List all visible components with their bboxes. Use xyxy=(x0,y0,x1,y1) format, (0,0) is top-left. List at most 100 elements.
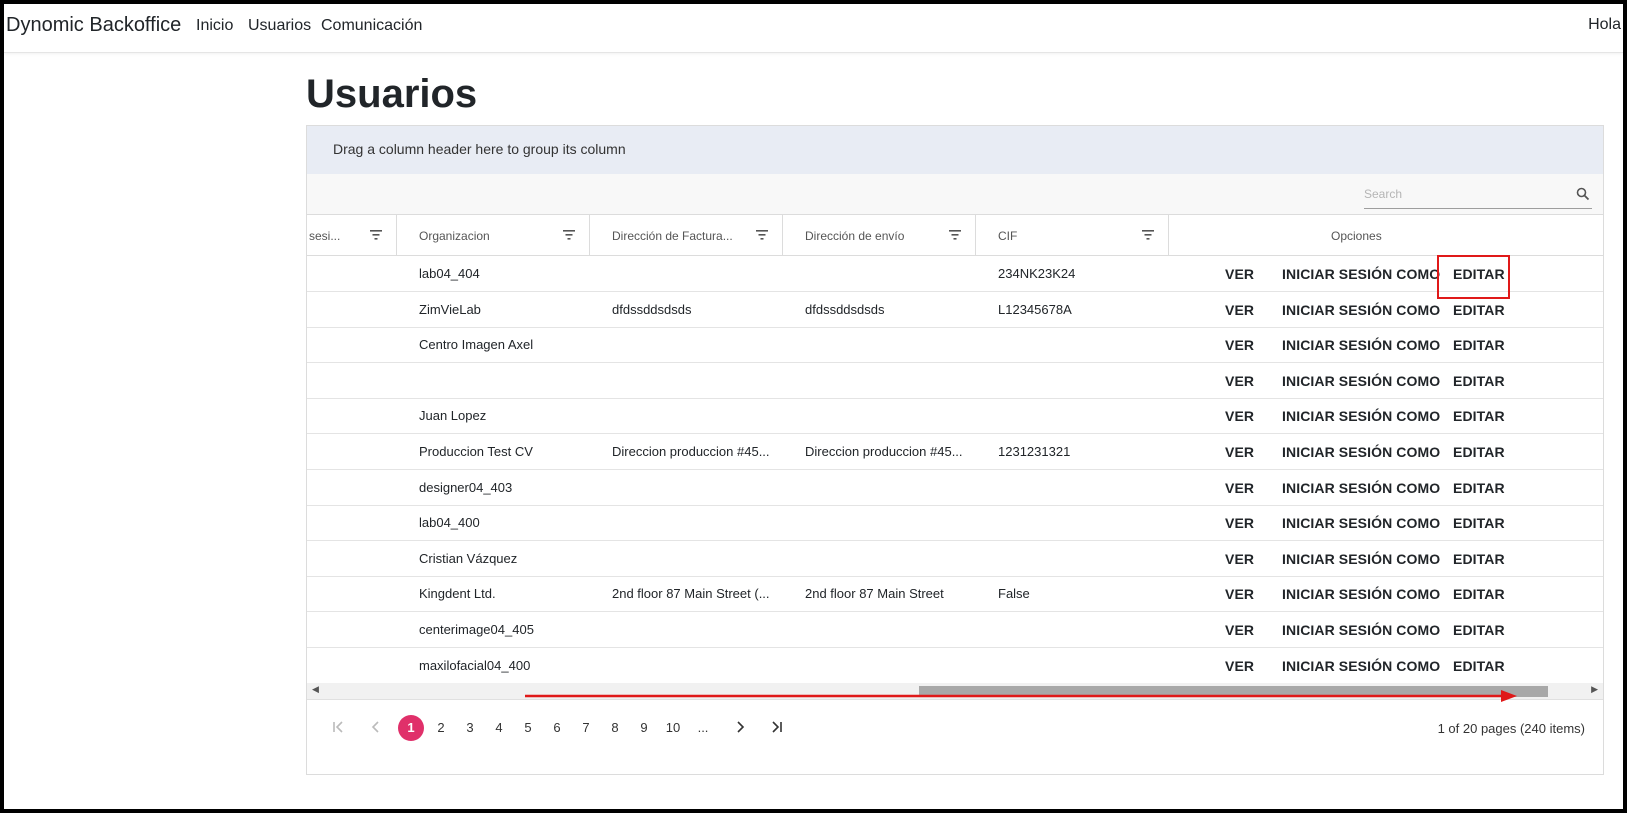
first-page-icon[interactable] xyxy=(331,720,345,734)
editar-button[interactable]: EDITAR xyxy=(1453,586,1505,602)
editar-button[interactable]: EDITAR xyxy=(1453,266,1505,282)
editar-button[interactable]: EDITAR xyxy=(1453,408,1505,424)
cell-cif: L12345678A xyxy=(998,301,1072,317)
cell-organizacion: Juan Lopez xyxy=(419,408,487,424)
cell-organizacion: lab04_400 xyxy=(419,515,480,531)
next-page-icon[interactable] xyxy=(733,720,747,734)
cell-organizacion: Kingdent Ltd. xyxy=(419,586,496,602)
table-row: Centro Imagen Axel VER INICIAR SESIÓN COMO… xyxy=(307,327,1603,364)
table-row: Juan Lopez VER INICIAR SESIÓN COMO EDITAR xyxy=(307,398,1603,435)
column-header-direccion-factura[interactable]: Dirección de Factura... xyxy=(590,215,783,255)
column-header-opciones: Opciones xyxy=(1169,215,1603,255)
ver-button[interactable]: VER xyxy=(1225,408,1254,424)
scrollbar-thumb[interactable] xyxy=(919,686,1548,697)
column-header-label: CIF xyxy=(998,229,1018,243)
page-title: Usuarios xyxy=(306,72,478,116)
iniciar-sesion-button[interactable]: INICIAR SESIÓN COMO xyxy=(1282,444,1440,460)
page-ellipsis[interactable]: ... xyxy=(690,715,716,741)
prev-page-icon[interactable] xyxy=(369,720,383,734)
ver-button[interactable]: VER xyxy=(1225,658,1254,674)
table-row: designer04_403 VER INICIAR SESIÓN COMO EDIT… xyxy=(307,470,1603,506)
horizontal-scrollbar[interactable]: ◀ ▶ xyxy=(307,683,1603,700)
ver-button[interactable]: VER xyxy=(1225,444,1254,460)
user-greeting[interactable]: Hola xyxy=(1588,16,1621,34)
scroll-left-icon[interactable]: ◀ xyxy=(312,684,319,695)
column-header-label: Organizacion xyxy=(419,229,490,243)
nav-link-inicio[interactable]: Inicio xyxy=(196,17,233,35)
last-page-icon[interactable] xyxy=(770,720,784,734)
iniciar-sesion-button[interactable]: INICIAR SESIÓN COMO xyxy=(1282,337,1440,353)
ver-button[interactable]: VER xyxy=(1225,586,1254,602)
cell-organizacion: Produccion Test CV xyxy=(419,444,533,459)
cell-cif: 1231231321 xyxy=(998,444,1071,459)
page-number-2[interactable]: 2 xyxy=(428,715,454,741)
iniciar-sesion-button[interactable]: INICIAR SESIÓN COMO xyxy=(1282,302,1440,318)
table-row: Produccion Test CV Direccion produccion #… xyxy=(307,434,1603,470)
column-header-sesion[interactable]: sesi... xyxy=(307,215,397,255)
iniciar-sesion-button[interactable]: INICIAR SESIÓN COMO xyxy=(1282,515,1440,531)
grid-toolbar xyxy=(307,174,1603,215)
column-header-organizacion[interactable]: Organizacion xyxy=(397,215,590,255)
filter-icon[interactable] xyxy=(756,230,768,240)
filter-icon[interactable] xyxy=(949,230,961,240)
iniciar-sesion-button[interactable]: INICIAR SESIÓN COMO xyxy=(1282,658,1440,674)
editar-button[interactable]: EDITAR xyxy=(1453,373,1505,389)
page-number-8[interactable]: 8 xyxy=(602,715,628,741)
editar-button[interactable]: EDITAR xyxy=(1453,480,1505,496)
editar-button[interactable]: EDITAR xyxy=(1453,302,1505,318)
browser-viewport: Dynomic Backoffice Inicio Usuarios Comun… xyxy=(4,4,1623,809)
ver-button[interactable]: VER xyxy=(1225,373,1254,389)
iniciar-sesion-button[interactable]: INICIAR SESIÓN COMO xyxy=(1282,266,1440,282)
page-number-6[interactable]: 6 xyxy=(544,715,570,741)
cell-organizacion: centerimage04_405 xyxy=(419,622,534,637)
ver-button[interactable]: VER xyxy=(1225,266,1254,282)
page-number-5[interactable]: 5 xyxy=(515,715,541,741)
page-number-7[interactable]: 7 xyxy=(573,715,599,741)
group-panel[interactable]: Drag a column header here to group its c… xyxy=(307,126,1603,175)
navbar: Dynomic Backoffice Inicio Usuarios Comun… xyxy=(4,4,1623,53)
iniciar-sesion-button[interactable]: INICIAR SESIÓN COMO xyxy=(1282,551,1440,567)
editar-button[interactable]: EDITAR xyxy=(1453,515,1505,531)
column-header-direccion-envio[interactable]: Dirección de envío xyxy=(783,215,976,255)
brand-link[interactable]: Dynomic Backoffice xyxy=(6,14,181,37)
table-row: centerimage04_405 VER INICIAR SESIÓN COMO E… xyxy=(307,612,1603,648)
cell-organizacion: maxilofacial04_400 xyxy=(419,657,531,673)
ver-button[interactable]: VER xyxy=(1225,551,1254,567)
editar-button[interactable]: EDITAR xyxy=(1453,622,1505,638)
page-number-4[interactable]: 4 xyxy=(486,715,512,741)
nav-link-comunicacion[interactable]: Comunicación xyxy=(321,17,422,35)
iniciar-sesion-button[interactable]: INICIAR SESIÓN COMO xyxy=(1282,622,1440,638)
pager-info: 1 of 20 pages (240 items) xyxy=(1437,721,1585,736)
page-number-1[interactable]: 1 xyxy=(398,715,424,741)
editar-button[interactable]: EDITAR xyxy=(1453,337,1505,353)
editar-button[interactable]: EDITAR xyxy=(1453,551,1505,567)
nav-link-usuarios[interactable]: Usuarios xyxy=(248,17,311,35)
cell-cif: False xyxy=(998,586,1030,602)
ver-button[interactable]: VER xyxy=(1225,515,1254,531)
filter-icon[interactable] xyxy=(370,230,382,240)
ver-button[interactable]: VER xyxy=(1225,622,1254,638)
ver-button[interactable]: VER xyxy=(1225,302,1254,318)
page-number-9[interactable]: 9 xyxy=(631,715,657,741)
grid-header-row: sesi... Organizacion Dirección de Factur… xyxy=(307,215,1603,256)
cell-direccion-factura: 2nd floor 87 Main Street (... xyxy=(612,586,770,602)
iniciar-sesion-button[interactable]: INICIAR SESIÓN COMO xyxy=(1282,586,1440,602)
search-icon[interactable] xyxy=(1576,187,1590,201)
ver-button[interactable]: VER xyxy=(1225,337,1254,353)
iniciar-sesion-button[interactable]: INICIAR SESIÓN COMO xyxy=(1282,480,1440,496)
filter-icon[interactable] xyxy=(563,230,575,240)
scroll-right-icon[interactable]: ▶ xyxy=(1591,684,1598,695)
iniciar-sesion-button[interactable]: INICIAR SESIÓN COMO xyxy=(1282,373,1440,389)
page-number-10[interactable]: 10 xyxy=(660,715,686,741)
column-header-cif[interactable]: CIF xyxy=(976,215,1169,255)
page-number-3[interactable]: 3 xyxy=(457,715,483,741)
filter-icon[interactable] xyxy=(1142,230,1154,240)
cell-organizacion: lab04_404 xyxy=(419,266,480,281)
ver-button[interactable]: VER xyxy=(1225,480,1254,496)
iniciar-sesion-button[interactable]: INICIAR SESIÓN COMO xyxy=(1282,408,1440,424)
cell-direccion-envio: 2nd floor 87 Main Street xyxy=(805,586,944,602)
search-box xyxy=(1364,182,1592,209)
editar-button[interactable]: EDITAR xyxy=(1453,444,1505,460)
search-input[interactable] xyxy=(1364,182,1564,206)
editar-button[interactable]: EDITAR xyxy=(1453,658,1505,674)
